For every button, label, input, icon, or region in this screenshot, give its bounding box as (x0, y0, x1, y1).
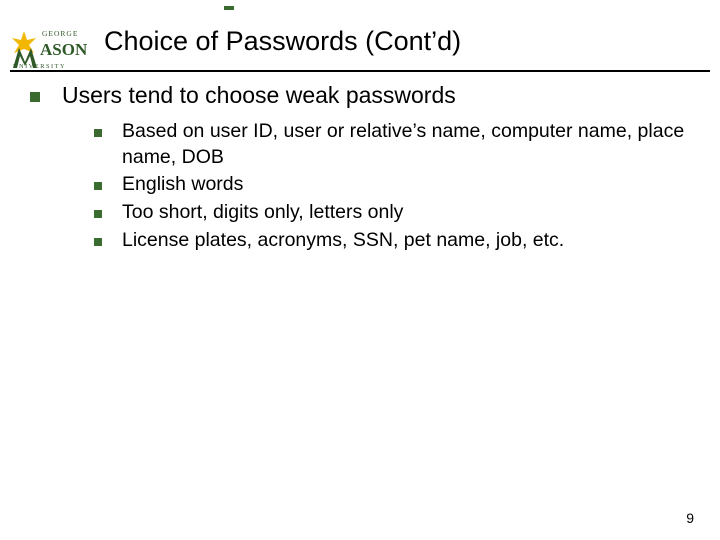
logo-bottom-text: UNIVERSITY (13, 63, 66, 70)
university-logo: GEORGE ASON UNIVERSITY (10, 24, 96, 70)
square-bullet-icon (94, 129, 102, 137)
bullet-level2-text: License plates, acronyms, SSN, pet name,… (122, 228, 564, 254)
slide-body: Users tend to choose weak passwords Base… (30, 82, 690, 256)
decorative-dash (224, 6, 234, 10)
bullet-level2-text: Too short, digits only, letters only (122, 200, 403, 226)
bullet-level2: English words (94, 172, 690, 198)
slide: GEORGE ASON UNIVERSITY Choice of Passwor… (0, 0, 720, 540)
square-bullet-icon (94, 238, 102, 246)
square-bullet-icon (30, 92, 40, 102)
title-underline (10, 70, 710, 72)
bullet-level2: Too short, digits only, letters only (94, 200, 690, 226)
logo-middle-text: ASON (40, 40, 88, 59)
square-bullet-icon (94, 182, 102, 190)
bullet-level2: License plates, acronyms, SSN, pet name,… (94, 228, 690, 254)
logo-top-text: GEORGE (42, 29, 78, 38)
square-bullet-icon (94, 210, 102, 218)
slide-title: Choice of Passwords (Cont’d) (104, 26, 461, 57)
bullet-level2-text: Based on user ID, user or relative’s nam… (122, 119, 690, 170)
bullet-level1-text: Users tend to choose weak passwords (62, 82, 456, 109)
bullet-level1: Users tend to choose weak passwords (30, 82, 690, 109)
page-number: 9 (686, 510, 694, 526)
bullet-level2: Based on user ID, user or relative’s nam… (94, 119, 690, 170)
sub-bullet-group: Based on user ID, user or relative’s nam… (94, 119, 690, 254)
bullet-level2-text: English words (122, 172, 243, 198)
